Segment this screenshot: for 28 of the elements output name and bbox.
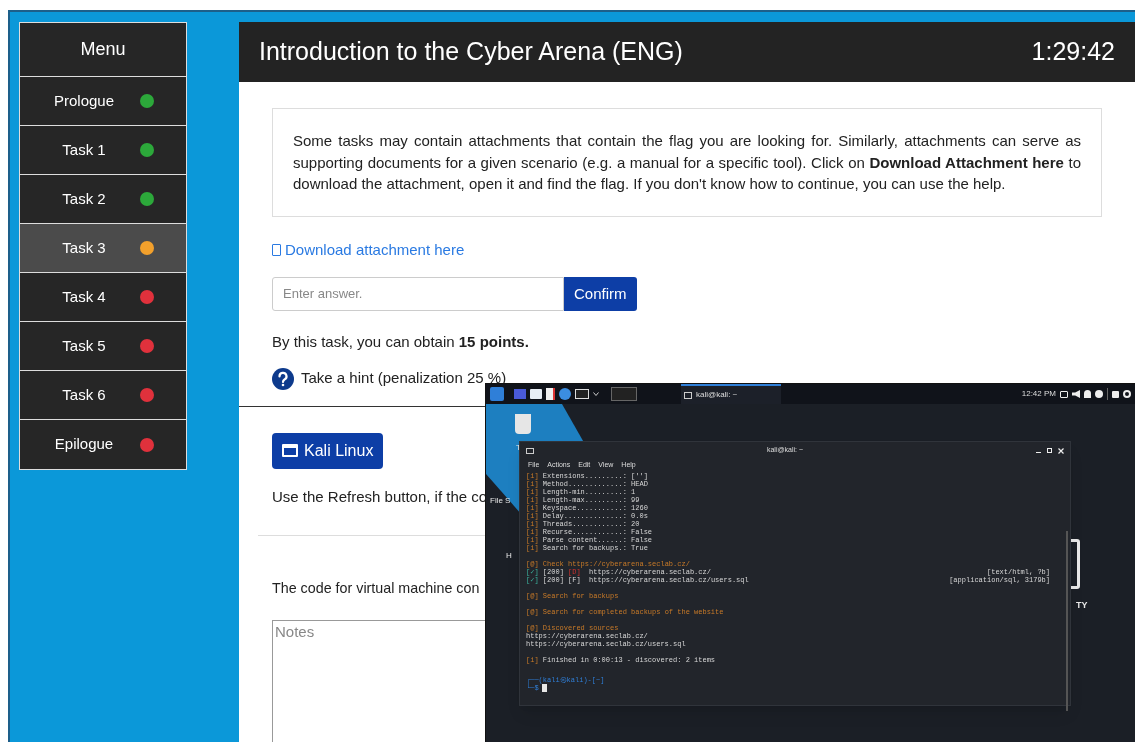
menu-item[interactable]: Task 3 — [20, 224, 186, 273]
file-icon — [272, 243, 281, 256]
caret-icon[interactable] — [593, 392, 599, 396]
maximize-icon[interactable] — [1047, 447, 1052, 453]
speaker-icon[interactable] — [1072, 390, 1080, 398]
taskbar-window-button[interactable]: kali@kali: ~ — [681, 384, 781, 404]
scrollbar[interactable] — [1066, 531, 1068, 711]
close-icon[interactable] — [1058, 447, 1064, 454]
terminal-icon — [526, 447, 534, 454]
window-icon — [282, 444, 298, 458]
points-text: By this task, you can obtain 15 points. — [272, 331, 530, 352]
confirm-button[interactable]: Confirm — [564, 276, 637, 311]
download-link[interactable]: Download attachment here — [272, 238, 465, 261]
desktop-icon-label[interactable]: File S — [490, 495, 511, 507]
help-icon[interactable] — [272, 367, 294, 390]
desktop-icon-label[interactable]: H — [506, 550, 512, 562]
desktop-icon-label[interactable]: T — [516, 442, 521, 454]
document-icon[interactable] — [546, 388, 555, 400]
task-description: Some tasks may contain attachments that contain the flag you are looking for. Similarly, attachments can serve as supporting documents for a given scenario (e.g. a manual for a specific tool). Click on Download Attachment here to download the attachment, open it and find the flag. If you don't know how to continue, you can use the help. — [272, 108, 1102, 217]
kali-linux-button[interactable]: Kali Linux — [272, 432, 384, 469]
page-title: Introduction to the Cyber Arena (ENG) — [259, 36, 683, 68]
answer-field[interactable]: Enter answer. — [272, 276, 564, 311]
code-note: The code for virtual machine con — [272, 579, 480, 596]
display-icon[interactable] — [1060, 390, 1068, 398]
wallpaper-logo-text: TY — [1076, 599, 1088, 612]
text-cursor — [541, 684, 547, 692]
timer: 1:29:42 — [1031, 36, 1115, 68]
clock[interactable]: 12:42 PM — [1021, 388, 1056, 400]
